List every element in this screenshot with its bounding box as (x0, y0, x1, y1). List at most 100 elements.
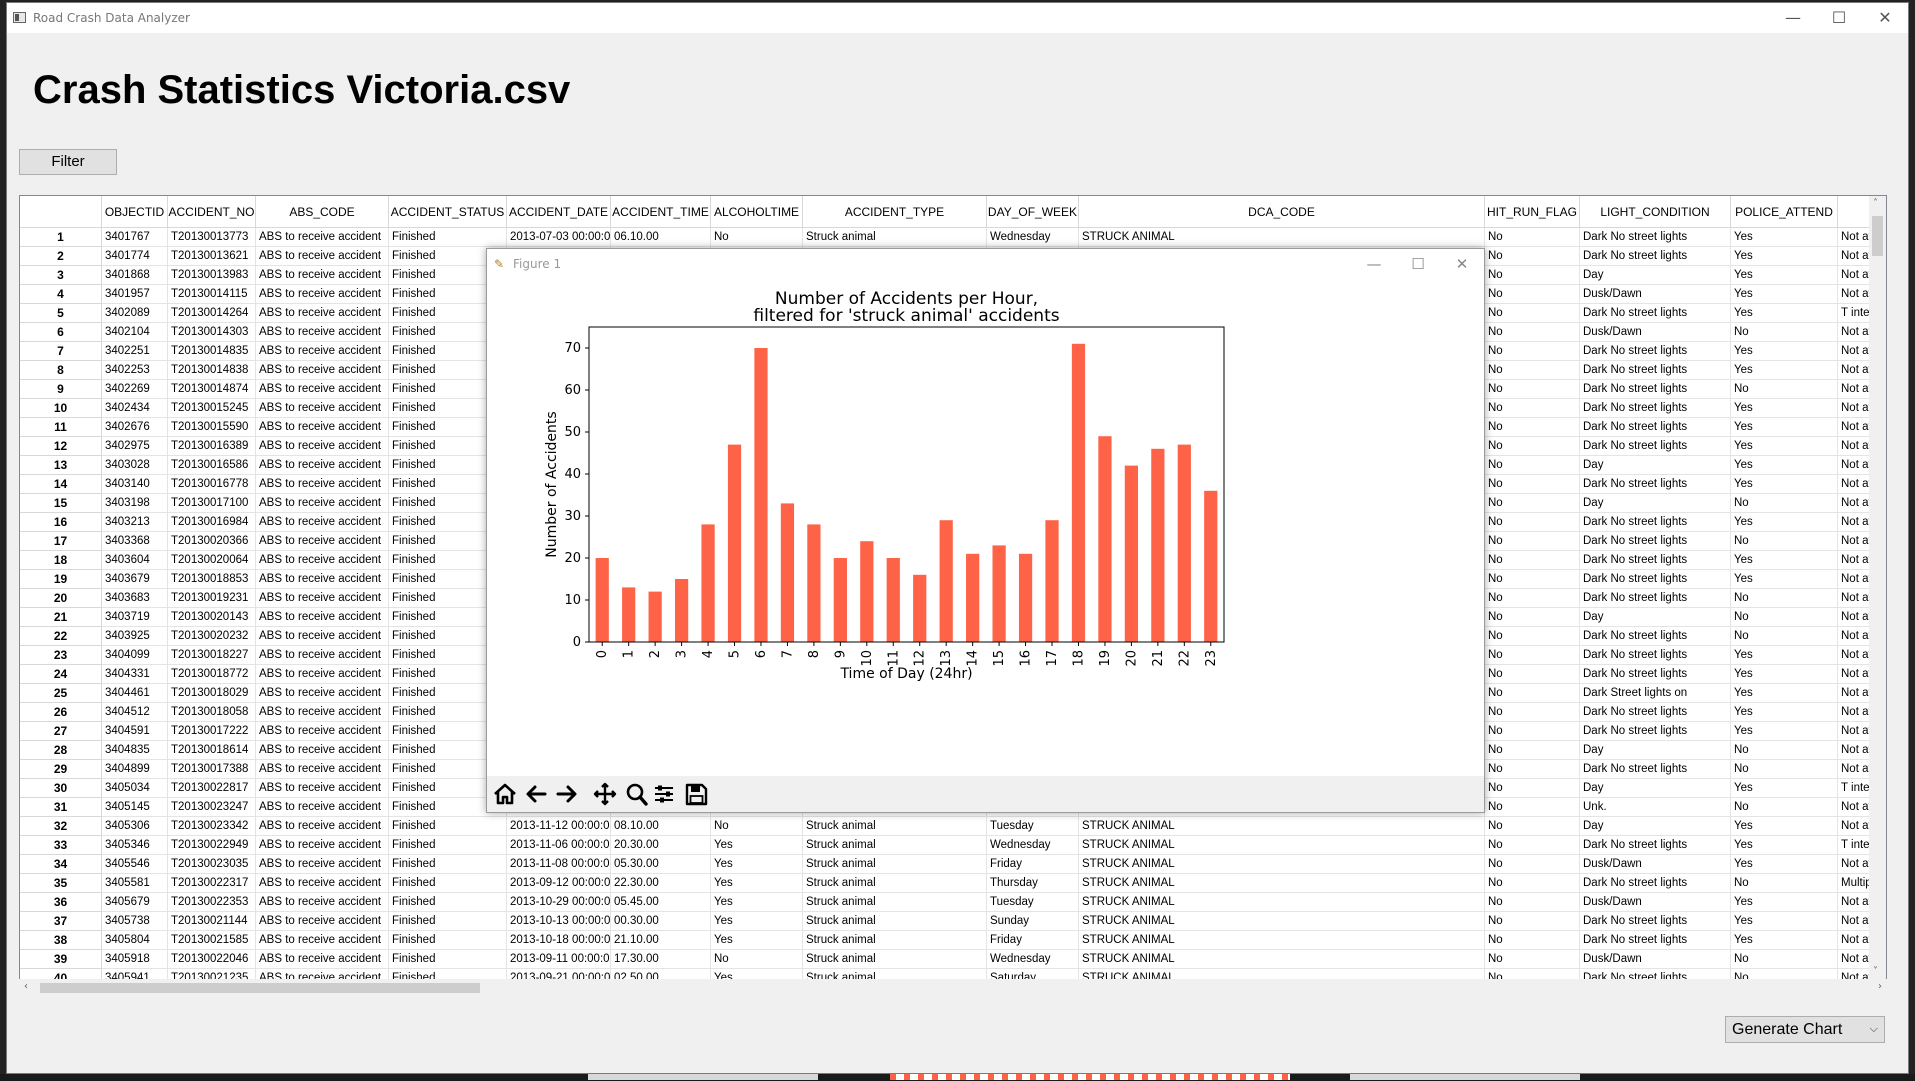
table-cell[interactable]: Dark No street lights (1580, 760, 1731, 779)
table-cell[interactable]: Dark No street lights (1580, 703, 1731, 722)
table-cell[interactable]: ABS to receive accident (256, 513, 389, 532)
scroll-down-icon[interactable]: ˅ (1873, 966, 1878, 977)
table-cell[interactable]: Yes (1731, 285, 1838, 304)
table-cell[interactable]: Dusk/Dawn (1580, 893, 1731, 912)
table-cell[interactable]: No (1731, 380, 1838, 399)
table-cell[interactable]: Yes (1731, 361, 1838, 380)
table-cell[interactable]: Dark No street lights (1580, 627, 1731, 646)
table-cell[interactable]: T20130013983 (168, 266, 256, 285)
table-cell[interactable]: 06.10.00 (611, 228, 711, 247)
table-cell[interactable]: Dark Street lights on (1580, 684, 1731, 703)
table-cell[interactable]: No (1485, 931, 1580, 950)
table-cell[interactable]: No (1485, 399, 1580, 418)
table-cell[interactable]: No (1485, 456, 1580, 475)
table-cell[interactable]: No (1485, 304, 1580, 323)
table-cell[interactable]: Struck animal (803, 855, 987, 874)
row-index[interactable]: 1 (20, 228, 102, 247)
column-header[interactable]: ACCIDENT_TIME (611, 196, 711, 228)
row-index[interactable]: 37 (20, 912, 102, 931)
table-cell[interactable]: T20130021585 (168, 931, 256, 950)
table-cell[interactable]: Yes (1731, 817, 1838, 836)
table-row[interactable]: 38 3405804 T20130021585 ABS to receive acci… (20, 931, 1886, 950)
row-index[interactable]: 15 (20, 494, 102, 513)
table-cell[interactable]: ABS to receive accident (256, 950, 389, 969)
table-row[interactable]: 35 3405581 T20130022317 ABS to receive acci… (20, 874, 1886, 893)
row-index[interactable]: 32 (20, 817, 102, 836)
table-cell[interactable]: 3403028 (102, 456, 168, 475)
table-cell[interactable]: Yes (1731, 893, 1838, 912)
table-cell[interactable]: Yes (1731, 779, 1838, 798)
table-cell[interactable]: T20130022317 (168, 874, 256, 893)
table-cell[interactable]: 3405679 (102, 893, 168, 912)
table-cell[interactable]: No (1731, 532, 1838, 551)
save-icon[interactable] (682, 781, 710, 807)
table-cell[interactable]: T20130015245 (168, 399, 256, 418)
table-cell[interactable]: 3405581 (102, 874, 168, 893)
table-cell[interactable]: Struck animal (803, 817, 987, 836)
table-cell[interactable]: 3405738 (102, 912, 168, 931)
row-index[interactable]: 21 (20, 608, 102, 627)
pan-icon[interactable] (591, 781, 619, 807)
chart-select[interactable]: Generate Chart ⌵ (1725, 1016, 1885, 1043)
table-cell[interactable]: No (1485, 893, 1580, 912)
table-cell[interactable]: Dark No street lights (1580, 228, 1731, 247)
table-cell[interactable]: Yes (711, 855, 803, 874)
table-cell[interactable]: No (1731, 608, 1838, 627)
table-cell[interactable]: Tuesday (987, 817, 1079, 836)
forward-arrow-icon[interactable] (553, 781, 581, 807)
table-row[interactable]: 34 3405546 T20130023035 ABS to receive acci… (20, 855, 1886, 874)
table-cell[interactable]: Yes (1731, 646, 1838, 665)
table-row[interactable]: 37 3405738 T20130021144 ABS to receive acci… (20, 912, 1886, 931)
table-cell[interactable]: No (1485, 418, 1580, 437)
table-cell[interactable]: No (1485, 608, 1580, 627)
table-cell[interactable]: ABS to receive accident (256, 760, 389, 779)
table-cell[interactable]: No (1731, 494, 1838, 513)
figure-canvas[interactable]: Number of Accidents per Hour, filtered fo… (487, 279, 1484, 776)
table-cell[interactable]: No (1485, 779, 1580, 798)
row-index[interactable]: 14 (20, 475, 102, 494)
scroll-right-icon[interactable]: › (1878, 981, 1882, 992)
table-cell[interactable]: ABS to receive accident (256, 931, 389, 950)
table-cell[interactable]: 3402676 (102, 418, 168, 437)
table-cell[interactable]: ABS to receive accident (256, 817, 389, 836)
table-cell[interactable]: Dusk/Dawn (1580, 950, 1731, 969)
figure-maximize-button[interactable]: ☐ (1396, 249, 1440, 279)
table-cell[interactable]: No (1731, 798, 1838, 817)
table-cell[interactable]: T20130013621 (168, 247, 256, 266)
table-cell[interactable]: ABS to receive accident (256, 722, 389, 741)
row-index[interactable]: 28 (20, 741, 102, 760)
table-cell[interactable]: ABS to receive accident (256, 247, 389, 266)
table-cell[interactable]: T20130022353 (168, 893, 256, 912)
table-cell[interactable]: 3403213 (102, 513, 168, 532)
table-cell[interactable]: Day (1580, 266, 1731, 285)
table-row[interactable]: 1 3401767 T20130013773 ABS to receive accid… (20, 228, 1886, 247)
table-cell[interactable]: 3404591 (102, 722, 168, 741)
table-cell[interactable]: Dusk/Dawn (1580, 855, 1731, 874)
row-index[interactable]: 25 (20, 684, 102, 703)
row-index[interactable]: 30 (20, 779, 102, 798)
row-index[interactable]: 7 (20, 342, 102, 361)
vertical-scroll-thumb[interactable] (1872, 216, 1883, 256)
table-cell[interactable]: No (1485, 285, 1580, 304)
table-cell[interactable]: Finished (389, 912, 507, 931)
table-cell[interactable]: T20130020232 (168, 627, 256, 646)
table-cell[interactable]: 3402089 (102, 304, 168, 323)
table-row[interactable]: 32 3405306 T20130023342 ABS to receive acci… (20, 817, 1886, 836)
table-cell[interactable]: 3402104 (102, 323, 168, 342)
table-cell[interactable]: No (1485, 513, 1580, 532)
table-cell[interactable]: ABS to receive accident (256, 323, 389, 342)
table-cell[interactable]: ABS to receive accident (256, 608, 389, 627)
row-index[interactable]: 10 (20, 399, 102, 418)
table-cell[interactable]: Dark No street lights (1580, 931, 1731, 950)
table-cell[interactable]: No (1485, 855, 1580, 874)
table-cell[interactable]: Yes (1731, 551, 1838, 570)
table-cell[interactable]: Yes (711, 912, 803, 931)
table-cell[interactable]: ABS to receive accident (256, 456, 389, 475)
table-cell[interactable]: T20130022949 (168, 836, 256, 855)
table-cell[interactable]: ABS to receive accident (256, 684, 389, 703)
table-cell[interactable]: Yes (711, 931, 803, 950)
table-cell[interactable]: 3403679 (102, 570, 168, 589)
table-cell[interactable]: ABS to receive accident (256, 285, 389, 304)
table-cell[interactable]: Yes (1731, 247, 1838, 266)
table-cell[interactable]: T20130020064 (168, 551, 256, 570)
